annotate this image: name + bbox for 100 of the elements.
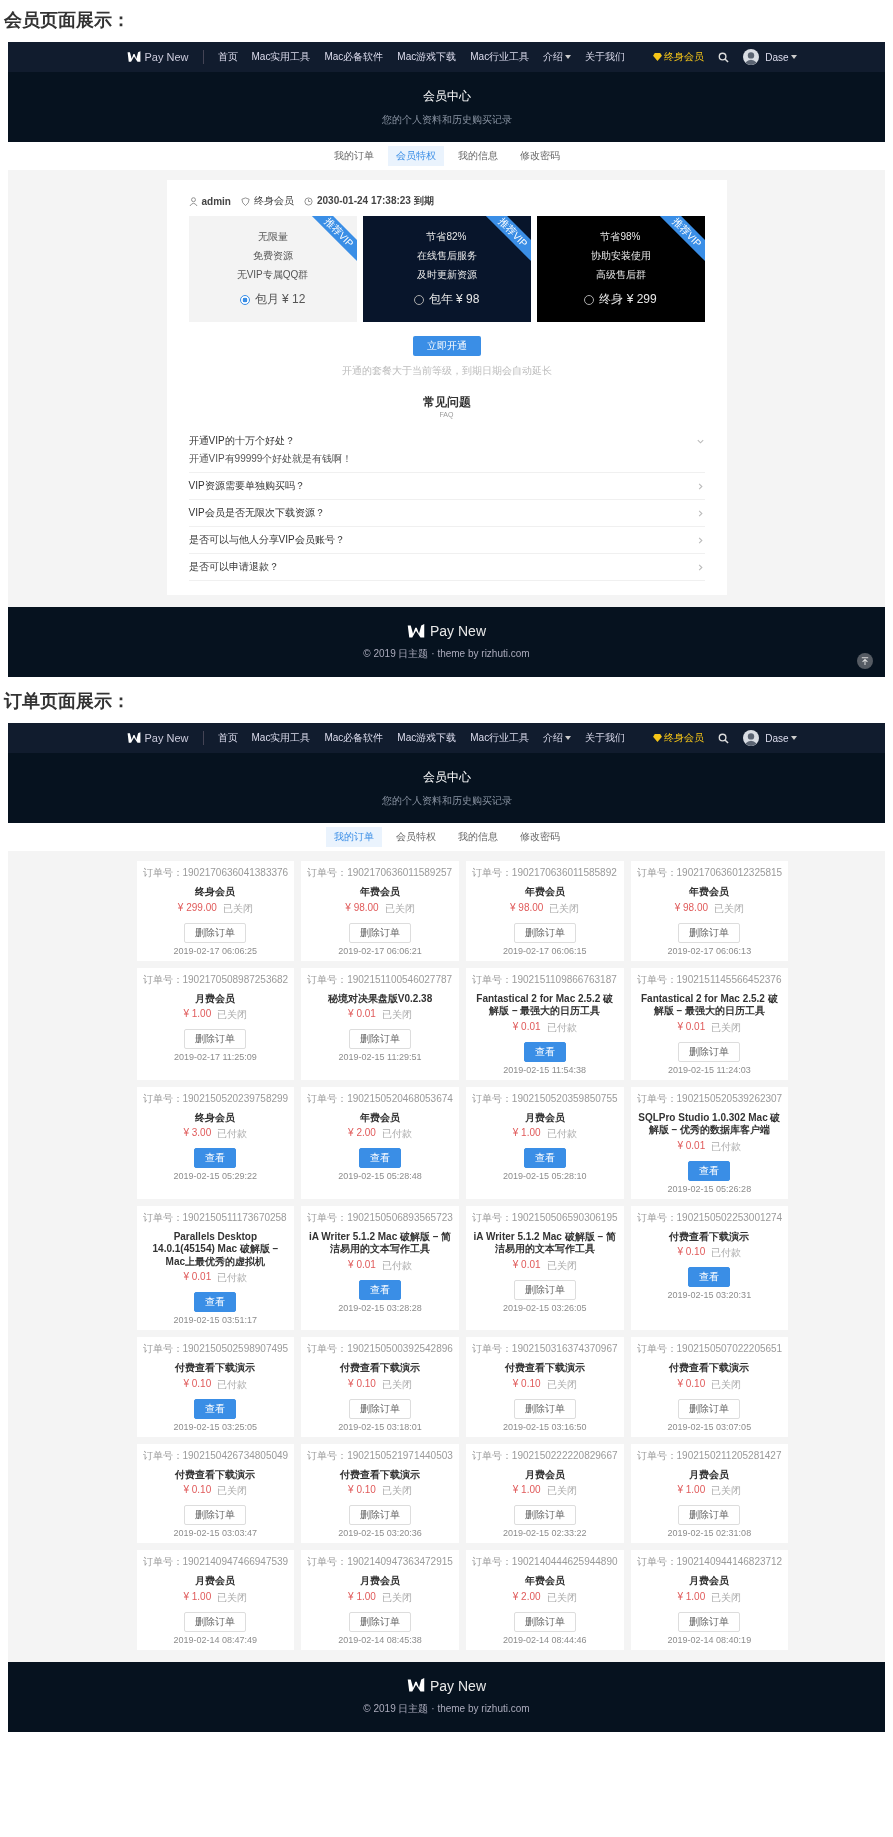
user-menu[interactable]: Dase bbox=[765, 732, 797, 744]
order-date: 2019-02-17 11:25:09 bbox=[173, 1052, 257, 1062]
order-button[interactable]: 删除订单 bbox=[349, 1398, 411, 1419]
order-title: 付费查看下载演示 bbox=[669, 1362, 750, 1375]
faq-answer: 开通VIP有99999个好处就是有钱啊！ bbox=[188, 452, 354, 466]
order-button[interactable]: 删除订单 bbox=[184, 1029, 247, 1049]
order-date: 2019-02-15 03:16:50 bbox=[502, 1421, 587, 1432]
order-button[interactable]: 删除订单 bbox=[513, 1279, 576, 1300]
nav-link[interactable]: 首页 bbox=[217, 731, 238, 745]
order-date: 2019-02-15 05:29:22 bbox=[173, 1171, 258, 1181]
order-button[interactable]: 查看 bbox=[688, 1160, 731, 1181]
order-button[interactable]: 删除订单 bbox=[349, 1611, 411, 1632]
order-button[interactable]: 查看 bbox=[194, 1398, 237, 1419]
order-date: 2019-02-15 03:20:31 bbox=[667, 1290, 752, 1300]
nav-link[interactable]: 首页 bbox=[217, 50, 238, 64]
order-button[interactable]: 查看 bbox=[194, 1292, 237, 1312]
order-button[interactable]: 删除订单 bbox=[678, 922, 741, 943]
order-number: 订单号：1902150506590306195 bbox=[471, 1210, 618, 1225]
order-button[interactable]: 删除订单 bbox=[678, 1505, 741, 1525]
order-title: 年费会员 bbox=[689, 886, 730, 899]
nav-link[interactable]: Mac行业工具 bbox=[470, 50, 530, 64]
order-button[interactable]: 删除订单 bbox=[184, 1611, 247, 1632]
order-button[interactable]: 删除订单 bbox=[513, 1398, 576, 1419]
nav-link[interactable]: Mac游戏下载 bbox=[397, 731, 457, 745]
faq-question[interactable]: 是否可以与他人分享VIP会员账号？ bbox=[188, 533, 705, 547]
copyright-text: © 2019 日主题 · theme by rizhuti.com bbox=[363, 1701, 530, 1716]
order-button[interactable]: 删除订单 bbox=[349, 1029, 411, 1049]
nav-link[interactable]: Mac必备软件 bbox=[324, 50, 384, 64]
order-date: 2019-02-15 02:31:08 bbox=[667, 1528, 752, 1538]
order-button[interactable]: 查看 bbox=[523, 1148, 566, 1168]
tab[interactable]: 我的订单 bbox=[325, 146, 382, 166]
nav-link[interactable]: Mac实用工具 bbox=[251, 50, 311, 64]
order-title: 月费会员 bbox=[195, 1575, 236, 1588]
order-date: 2019-02-15 03:20:36 bbox=[338, 1528, 422, 1538]
order-button[interactable]: 删除订单 bbox=[184, 1505, 247, 1525]
order-date: 2019-02-15 02:33:22 bbox=[502, 1528, 587, 1538]
vip-link[interactable]: 终身会员 bbox=[653, 731, 705, 745]
order-status: 已关闭 bbox=[381, 1590, 412, 1605]
order-button[interactable]: 删除订单 bbox=[513, 1505, 576, 1525]
subscribe-button[interactable]: 立即开通 bbox=[412, 336, 481, 356]
order-number: 订单号：1902140944146823712 bbox=[636, 1555, 783, 1569]
order-button[interactable]: 查看 bbox=[523, 1041, 566, 1062]
faq-question[interactable]: 开通VIP的十万个好处？ bbox=[188, 434, 705, 448]
order-date: 2019-02-15 03:25:05 bbox=[173, 1421, 258, 1432]
order-status: 已关闭 bbox=[381, 1484, 412, 1498]
tab[interactable]: 修改密码 bbox=[511, 827, 568, 847]
faq-question[interactable]: 是否可以申请退款？ bbox=[188, 560, 705, 574]
nav-link[interactable]: 关于我们 bbox=[585, 731, 626, 745]
plan-feature: 高级售后群 bbox=[595, 268, 646, 282]
brand-link[interactable]: Pay New bbox=[126, 732, 189, 744]
nav-link[interactable]: Mac实用工具 bbox=[251, 731, 311, 745]
order-status: 已付款 bbox=[711, 1246, 742, 1260]
order-button[interactable]: 删除订单 bbox=[678, 1611, 741, 1632]
order-button[interactable]: 删除订单 bbox=[678, 1041, 741, 1062]
footer-brand: Pay New bbox=[430, 623, 486, 639]
order-date: 2019-02-15 03:07:05 bbox=[667, 1421, 752, 1432]
section-heading: 订单页面展示： bbox=[4, 690, 131, 713]
tab[interactable]: 我的信息 bbox=[449, 146, 506, 166]
order-price: ¥ 299.00 bbox=[177, 901, 217, 915]
faq-question[interactable]: VIP会员是否无限次下载资源？ bbox=[188, 506, 705, 520]
order-status: 已关闭 bbox=[546, 1590, 577, 1605]
order-button[interactable]: 删除订单 bbox=[678, 1398, 741, 1419]
nav-link[interactable]: 介绍 bbox=[543, 50, 572, 64]
order-button[interactable]: 删除订单 bbox=[513, 922, 576, 943]
tab[interactable]: 修改密码 bbox=[511, 146, 568, 166]
nav-link[interactable]: Mac行业工具 bbox=[470, 731, 530, 745]
order-button[interactable]: 查看 bbox=[688, 1267, 731, 1287]
order-price: ¥ 0.01 bbox=[348, 1008, 376, 1021]
tab[interactable]: 会员特权 bbox=[387, 827, 444, 847]
plan-card[interactable]: 推荐VIP 节省82% 在线售后服务 及时更新资源 包年 ¥ 98 bbox=[362, 216, 531, 322]
nav-link[interactable]: Mac游戏下载 bbox=[397, 50, 457, 64]
order-button[interactable]: 删除订单 bbox=[349, 922, 411, 943]
nav-link[interactable]: 介绍 bbox=[543, 731, 572, 745]
hero-title: 会员中心 bbox=[422, 768, 471, 786]
order-number: 订单号：1902150520359850755 bbox=[471, 1091, 618, 1106]
order-button[interactable]: 查看 bbox=[359, 1148, 401, 1168]
order-date: 2019-02-17 06:06:13 bbox=[667, 945, 752, 956]
user-menu[interactable]: Dase bbox=[765, 51, 797, 63]
order-button[interactable]: 删除订单 bbox=[513, 1611, 576, 1632]
order-price: ¥ 0.10 bbox=[183, 1377, 212, 1391]
order-date: 2019-02-15 03:18:01 bbox=[338, 1421, 422, 1432]
nav-link[interactable]: 关于我们 bbox=[585, 50, 626, 64]
vip-link[interactable]: 终身会员 bbox=[653, 50, 705, 64]
hero-subtitle: 您的个人资料和历史购买记录 bbox=[381, 112, 512, 127]
brand-link[interactable]: Pay New bbox=[126, 51, 189, 63]
order-button[interactable]: 查看 bbox=[359, 1279, 401, 1300]
order-status: 已付款 bbox=[217, 1377, 248, 1392]
order-title: SQLPro Studio 1.0.302 Mac 破解版 – 优秀的数据库客户端 bbox=[637, 1111, 782, 1137]
tab[interactable]: 我的信息 bbox=[449, 827, 506, 847]
order-title: 付费查看下载演示 bbox=[504, 1362, 585, 1375]
nav-link[interactable]: Mac必备软件 bbox=[324, 731, 384, 745]
order-button[interactable]: 删除订单 bbox=[349, 1505, 411, 1525]
order-title: 月费会员 bbox=[524, 1468, 565, 1481]
order-number: 订单号：1902150521971440503 bbox=[307, 1448, 453, 1463]
plan-card[interactable]: 推荐VIP 节省98% 协助安装使用 高级售后群 终身 ¥ 299 bbox=[536, 216, 705, 322]
order-button[interactable]: 查看 bbox=[194, 1148, 237, 1168]
order-button[interactable]: 删除订单 bbox=[184, 922, 247, 943]
faq-question[interactable]: VIP资源需要单独购买吗？ bbox=[188, 479, 705, 493]
plan-card[interactable]: 推荐VIP 无限量 免费资源 无VIP专属QQ群 包月 ¥ 12 bbox=[188, 216, 357, 322]
order-status: 已付款 bbox=[381, 1258, 412, 1273]
